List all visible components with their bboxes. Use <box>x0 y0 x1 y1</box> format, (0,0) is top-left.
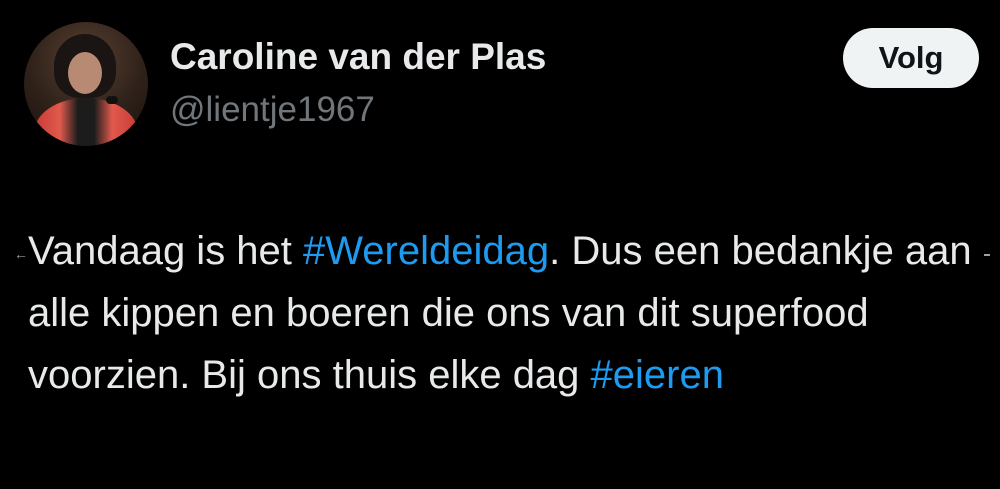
author-name[interactable]: Caroline van der Plas <box>170 36 546 78</box>
avatar[interactable] <box>24 22 148 146</box>
tweet-text-part-1: Vandaag is het <box>28 229 304 273</box>
hashtag-wereldeidag[interactable]: #Wereldeidag <box>303 229 549 273</box>
avatar-face <box>68 52 102 94</box>
follow-button[interactable]: Volg <box>843 28 979 88</box>
tweet-text: Vandaag is het #Wereldeidag. Dus een bed… <box>28 220 978 406</box>
edge-dash <box>984 254 990 256</box>
tweet-card: Caroline van der Plas @lientje1967 Volg … <box>0 0 1000 489</box>
left-arrow-icon: ← <box>14 246 28 262</box>
microphone-icon <box>106 96 118 104</box>
avatar-body <box>34 98 138 146</box>
author-handle[interactable]: @lientje1967 <box>170 90 375 130</box>
hashtag-eieren[interactable]: #eieren <box>591 353 724 397</box>
